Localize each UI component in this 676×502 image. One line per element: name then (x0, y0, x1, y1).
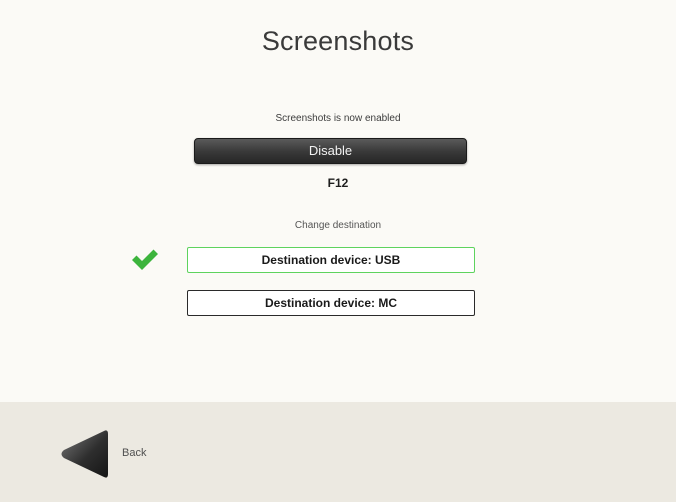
checkmark-icon (132, 249, 158, 270)
page-title: Screenshots (261, 26, 415, 56)
destination-usb-button[interactable]: Destination device: USB (187, 247, 475, 273)
hotkey-label: F12 (327, 176, 349, 190)
status-text: Screenshots is now enabled (275, 113, 401, 124)
back-button[interactable]: Back (58, 428, 178, 480)
footer-bar: Back (0, 402, 676, 502)
main-panel: Screenshots Screenshots is now enabled D… (0, 0, 676, 402)
change-destination-label: Change destination (294, 220, 382, 231)
disable-button[interactable]: Disable (194, 138, 467, 164)
destination-mc-button[interactable]: Destination device: MC (187, 290, 475, 316)
back-arrow-icon (61, 430, 108, 478)
back-label: Back (122, 447, 147, 459)
